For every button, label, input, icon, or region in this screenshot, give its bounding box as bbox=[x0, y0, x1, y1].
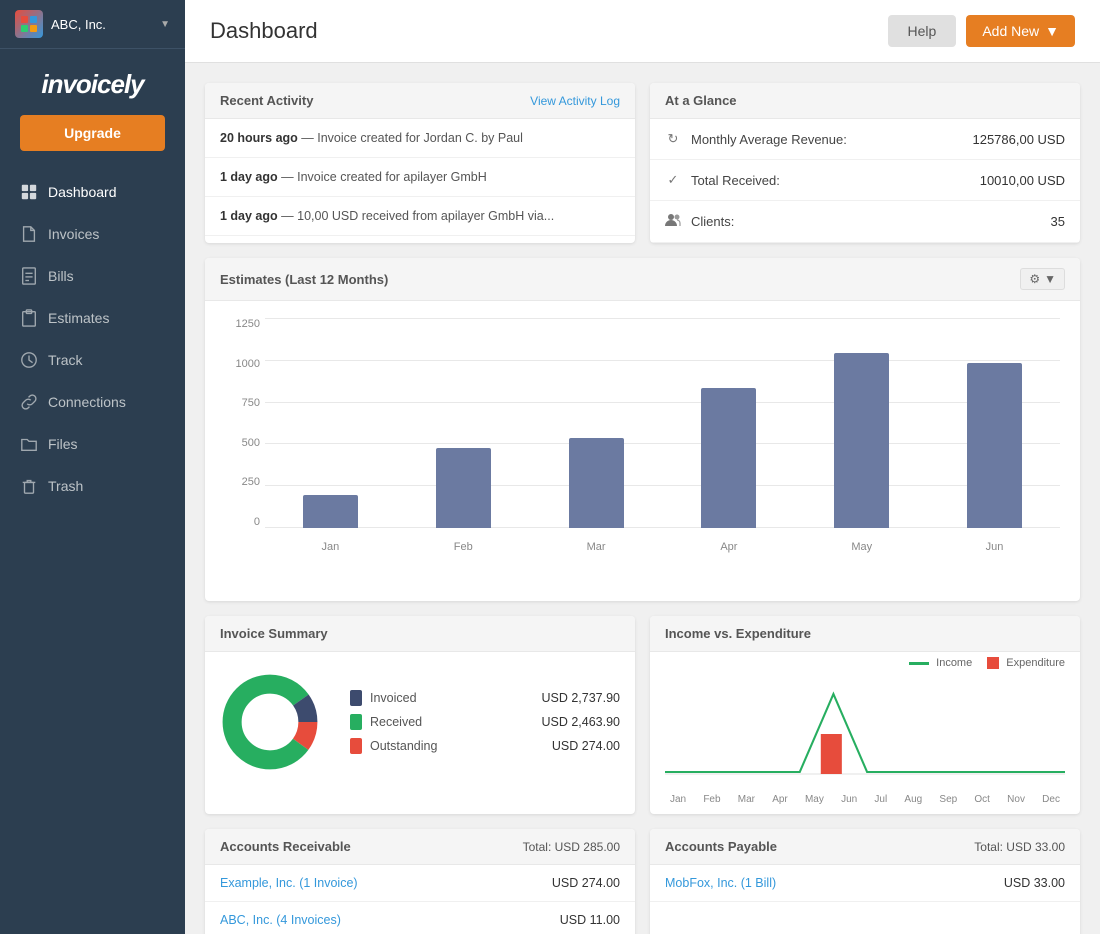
ap-header: Accounts Payable Total: USD 33.00 bbox=[650, 829, 1080, 865]
company-selector[interactable]: ABC, Inc. ▼ bbox=[0, 0, 185, 49]
help-button[interactable]: Help bbox=[888, 15, 957, 47]
folder-icon bbox=[20, 435, 38, 453]
sidebar: ABC, Inc. ▼ invoicely Upgrade Dashboard … bbox=[0, 0, 185, 934]
view-activity-log-link[interactable]: View Activity Log bbox=[530, 94, 620, 108]
clipboard-icon bbox=[20, 309, 38, 327]
sidebar-item-invoices[interactable]: Invoices bbox=[0, 213, 185, 255]
dashboard-content: Recent Activity View Activity Log 20 hou… bbox=[185, 63, 1100, 934]
donut-container: Invoiced USD 2,737.90 Received USD 2,463… bbox=[205, 652, 635, 792]
sidebar-item-label: Track bbox=[48, 352, 82, 368]
sidebar-item-files[interactable]: Files bbox=[0, 423, 185, 465]
brand-logo: invoicely bbox=[41, 49, 143, 115]
activity-item: 1 day ago — Invoice created for apilayer… bbox=[205, 158, 635, 197]
ar-row: Example, Inc. (1 Invoice) USD 274.00 bbox=[205, 865, 635, 902]
bar-may: May bbox=[796, 318, 927, 528]
sidebar-item-dashboard[interactable]: Dashboard bbox=[0, 171, 185, 213]
income-legend-row: Income Expenditure bbox=[650, 652, 1080, 674]
activity-item: 20 hours ago — Invoice created for Jorda… bbox=[205, 119, 635, 158]
ar-row: ABC, Inc. (4 Invoices) USD 11.00 bbox=[205, 902, 635, 934]
sidebar-item-label: Connections bbox=[48, 394, 126, 410]
sidebar-item-bills[interactable]: Bills bbox=[0, 255, 185, 297]
ap-total: Total: USD 33.00 bbox=[974, 840, 1065, 854]
invoice-summary-card: Invoice Summary bbox=[205, 616, 635, 814]
activity-item: 1 day ago — 10,00 USD received from apil… bbox=[205, 197, 635, 236]
legend-outstanding: Outstanding USD 274.00 bbox=[350, 738, 620, 754]
sidebar-item-connections[interactable]: Connections bbox=[0, 381, 185, 423]
gear-icon: ⚙ bbox=[1029, 272, 1040, 286]
file-icon bbox=[20, 225, 38, 243]
y-axis: 1250 1000 750 500 250 0 bbox=[225, 318, 265, 528]
sidebar-item-label: Invoices bbox=[48, 226, 99, 242]
trash-icon bbox=[20, 477, 38, 495]
estimates-title: Estimates (Last 12 Months) bbox=[220, 272, 388, 287]
sidebar-item-label: Bills bbox=[48, 268, 74, 284]
estimates-chart-card: Estimates (Last 12 Months) ⚙ ▼ 1250 1000… bbox=[205, 258, 1080, 601]
legend-invoiced: Invoiced USD 2,737.90 bbox=[350, 690, 620, 706]
estimates-header: Estimates (Last 12 Months) ⚙ ▼ bbox=[205, 258, 1080, 301]
chevron-down-icon: ▼ bbox=[160, 19, 170, 30]
invoice-legend: Invoiced USD 2,737.90 Received USD 2,463… bbox=[350, 690, 620, 754]
recent-activity-header: Recent Activity View Activity Log bbox=[205, 83, 635, 119]
topbar-actions: Help Add New ▼ bbox=[888, 15, 1075, 47]
glance-revenue: ↻ Monthly Average Revenue: 125786,00 USD bbox=[650, 119, 1080, 160]
top-row: Recent Activity View Activity Log 20 hou… bbox=[205, 83, 1080, 243]
accounts-receivable-card: Accounts Receivable Total: USD 285.00 Ex… bbox=[205, 829, 635, 934]
at-a-glance-title: At a Glance bbox=[665, 93, 737, 108]
glance-clients: Clients: 35 bbox=[650, 201, 1080, 243]
document-icon bbox=[20, 267, 38, 285]
recent-activity-card: Recent Activity View Activity Log 20 hou… bbox=[205, 83, 635, 243]
ap-row: MobFox, Inc. (1 Bill) USD 33.00 bbox=[650, 865, 1080, 902]
donut-chart bbox=[220, 672, 320, 772]
add-new-button[interactable]: Add New ▼ bbox=[966, 15, 1075, 47]
chevron-down-icon: ▼ bbox=[1044, 272, 1056, 286]
sidebar-item-label: Trash bbox=[48, 478, 83, 494]
accounts-row: Accounts Receivable Total: USD 285.00 Ex… bbox=[205, 829, 1080, 934]
page-title: Dashboard bbox=[210, 18, 318, 44]
sidebar-item-track[interactable]: Track bbox=[0, 339, 185, 381]
invoice-summary-header: Invoice Summary bbox=[205, 616, 635, 652]
bar-apr: Apr bbox=[663, 318, 794, 528]
income-chart: JanFebMarAprMay JunJulAugSepOct NovDec bbox=[650, 674, 1080, 814]
income-header: Income vs. Expenditure bbox=[650, 616, 1080, 652]
chevron-down-icon: ▼ bbox=[1045, 23, 1059, 39]
estimates-chart: 1250 1000 750 500 250 0 bbox=[205, 301, 1080, 601]
refresh-icon: ↻ bbox=[665, 131, 681, 147]
invoice-summary-title: Invoice Summary bbox=[220, 626, 328, 641]
bar-jan: Jan bbox=[265, 318, 396, 528]
sidebar-item-trash[interactable]: Trash bbox=[0, 465, 185, 507]
bar-jun: Jun bbox=[929, 318, 1060, 528]
company-name: ABC, Inc. bbox=[51, 17, 106, 32]
sidebar-item-label: Files bbox=[48, 436, 78, 452]
ap-title: Accounts Payable bbox=[665, 839, 777, 854]
nav-menu: Dashboard Invoices Bills Estimates bbox=[0, 171, 185, 507]
ar-total: Total: USD 285.00 bbox=[523, 840, 620, 854]
sidebar-item-label: Dashboard bbox=[48, 184, 117, 200]
income-title: Income vs. Expenditure bbox=[665, 626, 811, 641]
ar-header: Accounts Receivable Total: USD 285.00 bbox=[205, 829, 635, 865]
clients-icon bbox=[665, 213, 681, 230]
clock-icon bbox=[20, 351, 38, 369]
income-vs-expenditure-card: Income vs. Expenditure Income Expenditur… bbox=[650, 616, 1080, 814]
gear-button[interactable]: ⚙ ▼ bbox=[1020, 268, 1065, 290]
sidebar-item-label: Estimates bbox=[48, 310, 109, 326]
grid-icon bbox=[20, 183, 38, 201]
bar-feb: Feb bbox=[398, 318, 529, 528]
at-a-glance-header: At a Glance bbox=[650, 83, 1080, 119]
bar-mar: Mar bbox=[531, 318, 662, 528]
link-icon bbox=[20, 393, 38, 411]
glance-received: ✓ Total Received: 10010,00 USD bbox=[650, 160, 1080, 201]
ar-title: Accounts Receivable bbox=[220, 839, 351, 854]
company-icon bbox=[15, 10, 43, 38]
topbar: Dashboard Help Add New ▼ bbox=[185, 0, 1100, 63]
main-content: Dashboard Help Add New ▼ Recent Activity… bbox=[185, 0, 1100, 934]
sidebar-item-estimates[interactable]: Estimates bbox=[0, 297, 185, 339]
accounts-payable-card: Accounts Payable Total: USD 33.00 MobFox… bbox=[650, 829, 1080, 934]
middle-row: Invoice Summary bbox=[205, 616, 1080, 814]
legend-received: Received USD 2,463.90 bbox=[350, 714, 620, 730]
at-a-glance-card: At a Glance ↻ Monthly Average Revenue: 1… bbox=[650, 83, 1080, 243]
recent-activity-title: Recent Activity bbox=[220, 93, 313, 108]
upgrade-button[interactable]: Upgrade bbox=[20, 115, 165, 151]
check-icon: ✓ bbox=[665, 172, 681, 188]
